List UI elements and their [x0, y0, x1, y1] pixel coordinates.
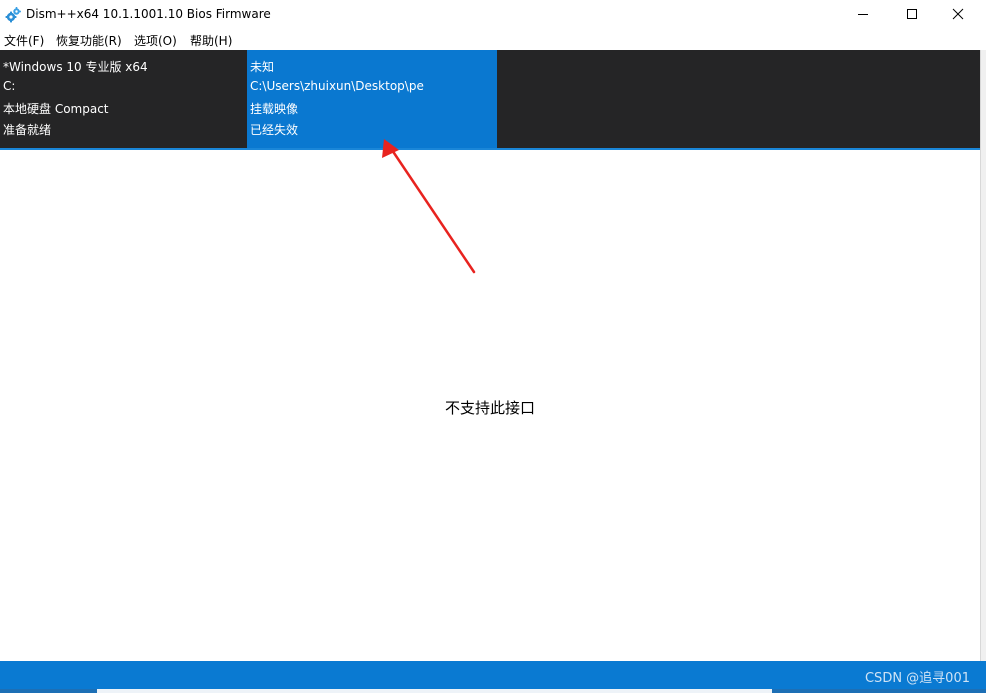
title-bar[interactable]: Dism++x64 10.1.1001.10 Bios Firmware [0, 0, 986, 30]
session-card-mounted-image[interactable]: 未知 C:\Users\zhuixun\Desktop\pe 挂载映像 已经失效 [247, 50, 497, 148]
minimize-button[interactable] [840, 0, 886, 30]
menu-restore[interactable]: 恢复功能(R) [56, 32, 122, 49]
menu-bar: 文件(F) 恢复功能(R) 选项(O) 帮助(H) [0, 30, 986, 50]
status-bar: CSDN @追寻001 [0, 661, 986, 689]
session-name: 未知 [250, 60, 275, 74]
session-type: 挂载映像 [250, 102, 299, 116]
session-status: 已经失效 [250, 123, 299, 137]
unsupported-message: 不支持此接口 [444, 399, 535, 417]
session-path: C:\Users\zhuixun\Desktop\pe [250, 79, 424, 93]
session-name: *Windows 10 专业版 x64 [3, 60, 148, 74]
close-button[interactable] [935, 0, 981, 30]
main-content: 不支持此接口 [0, 150, 980, 661]
session-card-system[interactable]: *Windows 10 专业版 x64 C: 本地硬盘 Compact 准备就绪 [0, 50, 247, 148]
session-bar: *Windows 10 专业版 x64 C: 本地硬盘 Compact 准备就绪… [0, 50, 980, 148]
menu-help[interactable]: 帮助(H) [190, 32, 232, 49]
app-window: Dism++x64 10.1.1001.10 Bios Firmware 文件(… [0, 0, 986, 693]
session-type: 本地硬盘 Compact [3, 102, 109, 116]
taskbar-segment [97, 689, 772, 693]
maximize-icon [906, 8, 918, 23]
maximize-button[interactable] [889, 0, 935, 30]
menu-file[interactable]: 文件(F) [4, 32, 44, 49]
minimize-icon [857, 8, 869, 23]
menu-options[interactable]: 选项(O) [134, 32, 177, 49]
taskbar-edge [0, 689, 986, 693]
session-path: C: [3, 79, 16, 93]
session-status: 准备就绪 [3, 123, 52, 137]
watermark: CSDN @追寻001 [864, 671, 970, 686]
gears-icon [5, 7, 21, 23]
window-title: Dism++x64 10.1.1001.10 Bios Firmware [26, 7, 271, 21]
close-icon [952, 8, 964, 23]
right-border [980, 50, 986, 661]
